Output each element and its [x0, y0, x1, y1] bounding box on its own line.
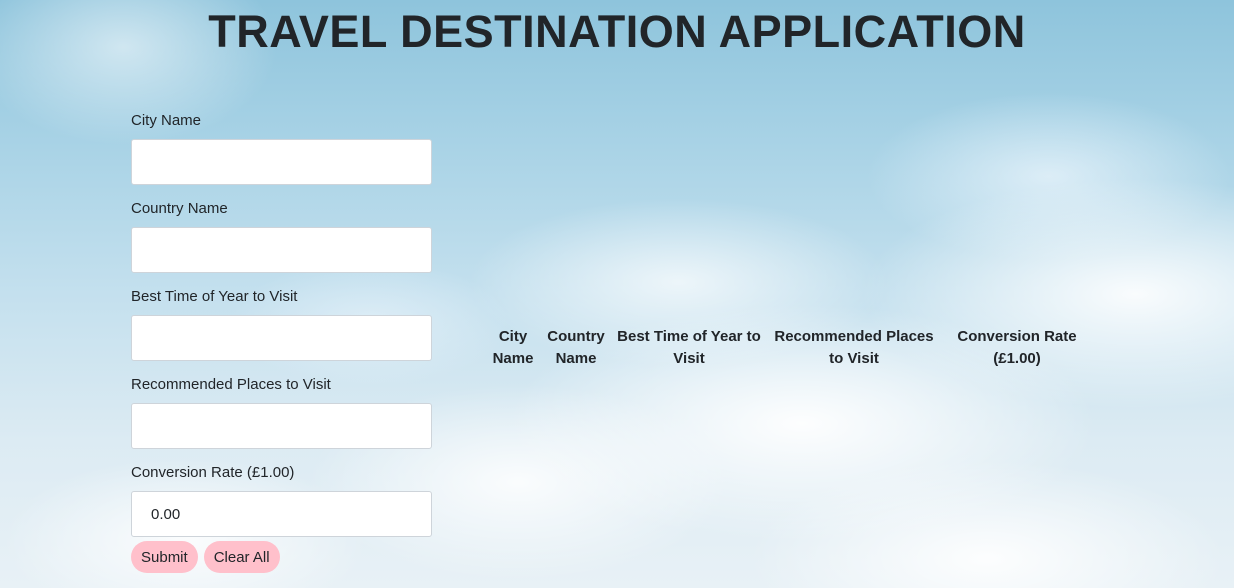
table-header-row: City Name Country Name Best Time of Year…: [487, 324, 1091, 372]
country-name-label: Country Name: [131, 200, 228, 217]
conversion-rate-label: Conversion Rate (£1.00): [131, 464, 295, 481]
recommended-places-label: Recommended Places to Visit: [131, 376, 331, 393]
page-title: TRAVEL DESTINATION APPLICATION: [208, 6, 1026, 57]
best-time-label: Best Time of Year to Visit: [131, 288, 298, 305]
header-best-time: Best Time of Year to Visit: [617, 328, 761, 367]
conversion-rate-input[interactable]: [131, 491, 432, 537]
header-conversion-rate: Conversion Rate (£1.00): [957, 328, 1077, 367]
form-buttons: Submit Clear All: [131, 541, 280, 573]
submit-button[interactable]: Submit: [131, 541, 198, 573]
city-name-input[interactable]: [131, 139, 432, 185]
destinations-table: City Name Country Name Best Time of Year…: [487, 324, 1091, 372]
header-recommended-places: Recommended Places to Visit: [774, 328, 934, 367]
clear-all-button[interactable]: Clear All: [203, 541, 280, 573]
destinations-table-wrap: City Name Country Name Best Time of Year…: [487, 324, 1091, 372]
header-city-name: City Name: [492, 328, 534, 367]
header-country-name: Country Name: [547, 328, 605, 367]
country-name-input[interactable]: [131, 227, 432, 273]
recommended-places-input[interactable]: [131, 403, 432, 449]
destination-form: City Name Country Name Best Time of Year…: [131, 112, 433, 552]
city-name-label: City Name: [131, 112, 202, 129]
best-time-input[interactable]: [131, 315, 432, 361]
